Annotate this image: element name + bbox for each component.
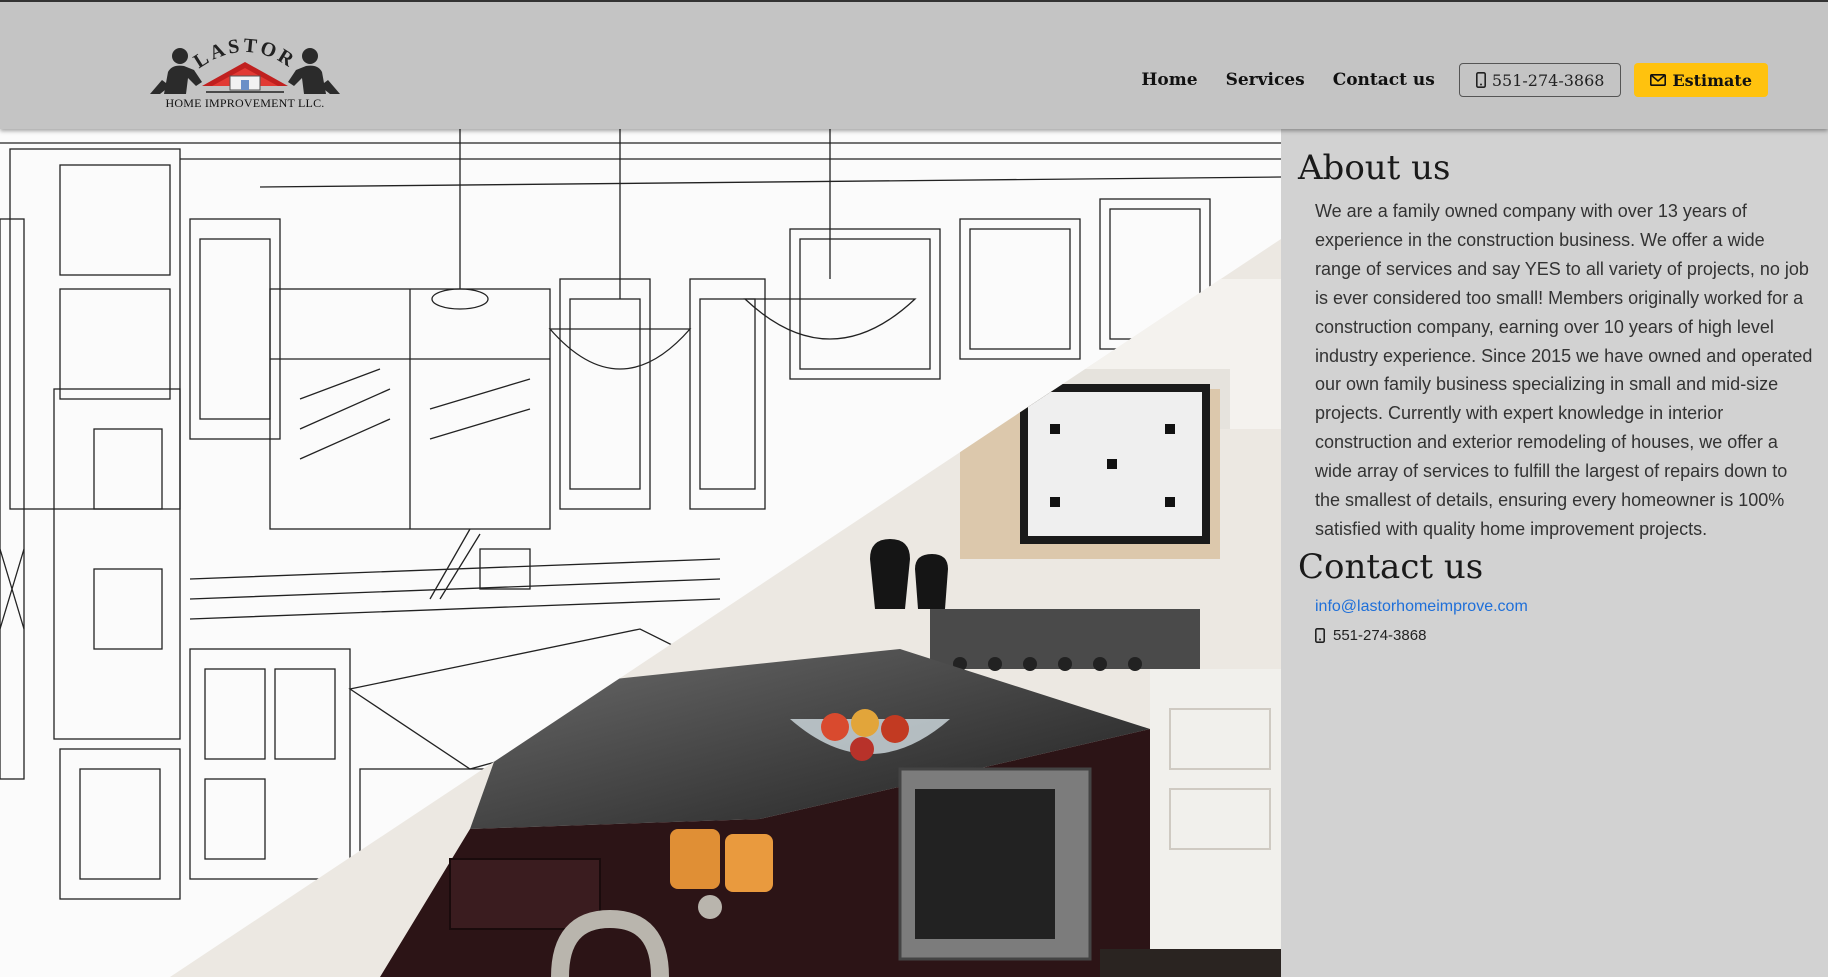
phone-button-label: 551-274-3868 xyxy=(1491,70,1605,90)
logo-tagline: HOME IMPROVEMENT LLC. xyxy=(165,96,325,110)
estimate-button-label: Estimate xyxy=(1672,70,1752,90)
nav-services[interactable]: Services xyxy=(1226,70,1305,90)
mobile-phone-icon xyxy=(1315,628,1325,643)
contact-title: Contact us xyxy=(1298,547,1484,587)
contact-phone: 551-274-3868 xyxy=(1315,627,1426,644)
main-navigation: Home Services Contact us 551-274-3868 Es… xyxy=(1141,63,1768,97)
about-title: About us xyxy=(1298,148,1451,188)
about-text: We are a family owned company with over … xyxy=(1315,201,1813,539)
mobile-phone-icon xyxy=(1475,72,1486,88)
company-logo[interactable]: LASTOR HOME IMPROVEMENT LLC. xyxy=(146,35,344,116)
contact-email-link[interactable]: info@lastorhomeimprove.com xyxy=(1315,598,1528,616)
kitchen-hero-image xyxy=(0,129,1281,977)
logo-graphic: LASTOR xyxy=(150,35,340,94)
phone-button[interactable]: 551-274-3868 xyxy=(1458,63,1622,97)
nav-contact-us[interactable]: Contact us xyxy=(1333,70,1435,90)
envelope-icon xyxy=(1650,74,1667,86)
nav-home[interactable]: Home xyxy=(1141,70,1197,90)
estimate-button[interactable]: Estimate xyxy=(1634,63,1768,97)
contact-phone-number: 551-274-3868 xyxy=(1333,627,1427,644)
kitchen-illustration xyxy=(0,129,1281,977)
site-header: LASTOR HOME IMPROVEMENT LLC. Home Servic… xyxy=(0,0,1828,129)
about-contact-panel: About us We are a family owned company w… xyxy=(1281,129,1828,977)
